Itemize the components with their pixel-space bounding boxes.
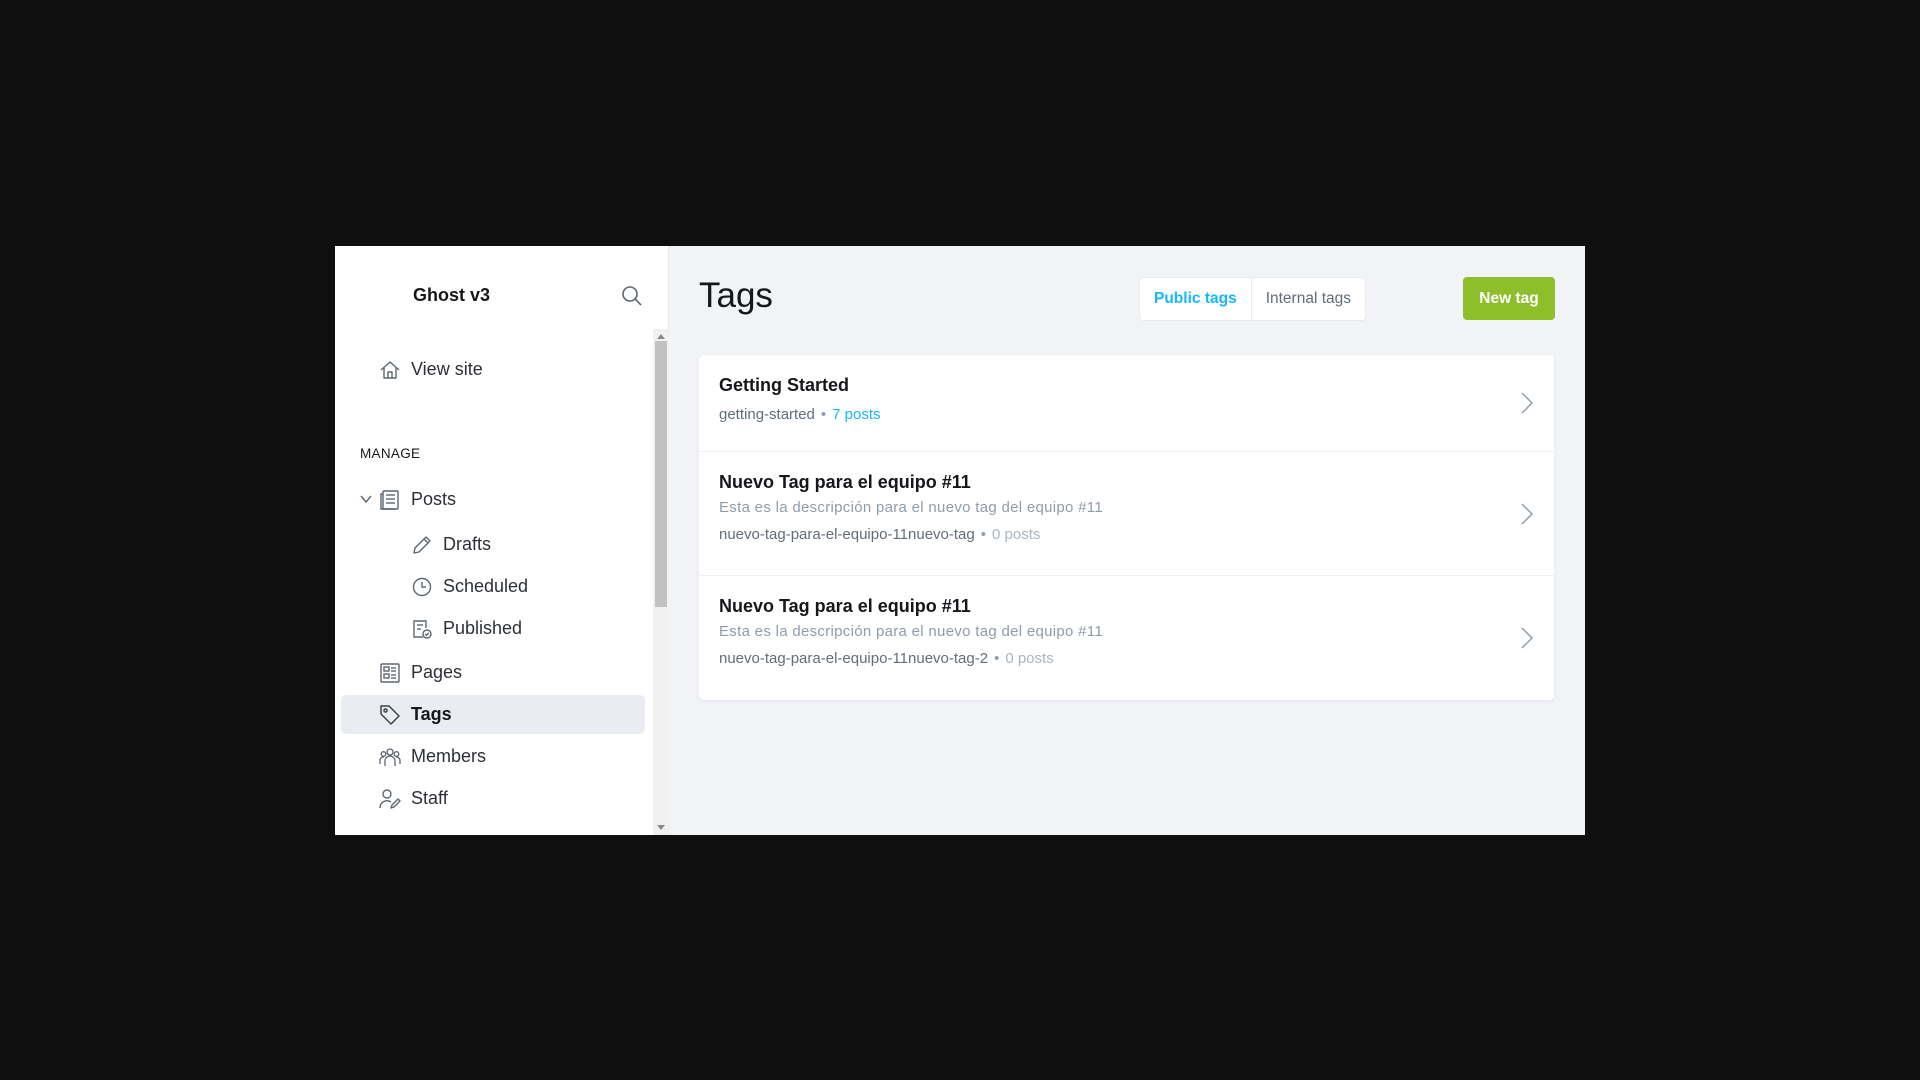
tag-row[interactable]: Getting Started getting-started • 7 posts (699, 355, 1554, 452)
new-tag-button[interactable]: New tag (1463, 277, 1555, 320)
tag-slug: nuevo-tag-para-el-equipo-11nuevo-tag-2 (719, 650, 989, 667)
chevron-right-icon (1520, 626, 1534, 650)
sidebar-item-published[interactable]: Published (341, 609, 645, 648)
search-icon[interactable] (620, 284, 644, 308)
ghost-admin-window: Ghost v3 View site MANAGE Posts Drafts S… (335, 246, 1585, 835)
published-icon (411, 618, 433, 640)
public-tags-tab[interactable]: Public tags (1140, 278, 1252, 320)
sidebar-item-label: Drafts (443, 534, 492, 554)
sidebar-item-label: Pages (411, 662, 463, 682)
sidebar-item-label: Scheduled (443, 576, 529, 596)
tag-meta: nuevo-tag-para-el-equipo-11nuevo-tag • 0 p… (719, 526, 1534, 543)
posts-icon (379, 489, 401, 511)
scroll-up-arrow-icon[interactable] (657, 334, 665, 339)
sidebar-scrollbar[interactable] (653, 329, 669, 835)
home-icon (379, 359, 401, 381)
members-icon (379, 746, 401, 768)
chevron-right-icon (1520, 502, 1534, 526)
pages-icon (379, 662, 401, 684)
tag-meta: nuevo-tag-para-el-equipo-11nuevo-tag-2 • 0… (719, 650, 1534, 667)
tag-description: Esta es la descripción para el nuevo tag… (719, 499, 1103, 516)
tag-type-filter: Public tags Internal tags (1139, 277, 1366, 321)
tag-icon (379, 704, 401, 726)
tag-post-count[interactable]: 0 posts (1005, 650, 1053, 667)
sidebar: Ghost v3 View site MANAGE Posts Drafts S… (335, 246, 669, 835)
internal-tags-tab[interactable]: Internal tags (1252, 278, 1365, 320)
sidebar-item-staff[interactable]: Staff (341, 779, 645, 818)
tag-post-count[interactable]: 7 posts (832, 406, 880, 423)
sidebar-item-label: Posts (411, 489, 457, 509)
tag-list: Getting Started getting-started • 7 posts … (699, 355, 1554, 700)
brand-title: Ghost v3 (413, 285, 491, 305)
page-title: Tags (699, 276, 773, 315)
sidebar-item-drafts[interactable]: Drafts (341, 525, 645, 564)
sidebar-item-label: Staff (411, 788, 448, 808)
tag-description: Esta es la descripción para el nuevo tag… (719, 623, 1103, 640)
tag-name: Nuevo Tag para el equipo #11 (719, 596, 971, 616)
pencil-icon (411, 534, 433, 556)
main-content: Tags Public tags Internal tags New tag G… (669, 246, 1585, 835)
tag-name: Nuevo Tag para el equipo #11 (719, 472, 971, 492)
sidebar-item-members[interactable]: Members (341, 737, 645, 776)
chevron-right-icon (1520, 391, 1534, 415)
section-title-manage: MANAGE (360, 446, 421, 461)
separator-dot: • (980, 526, 986, 543)
tag-slug: nuevo-tag-para-el-equipo-11nuevo-tag (719, 526, 975, 543)
tag-row[interactable]: Nuevo Tag para el equipo #11 Esta es la … (699, 576, 1554, 700)
sidebar-item-label: Tags (411, 704, 452, 724)
sidebar-item-posts[interactable]: Posts (341, 480, 645, 519)
tag-post-count[interactable]: 0 posts (992, 526, 1040, 543)
separator-dot: • (994, 650, 1000, 667)
sidebar-item-pages[interactable]: Pages (341, 653, 645, 692)
staff-icon (379, 788, 401, 810)
clock-icon (411, 576, 433, 598)
sidebar-item-view-site[interactable]: View site (341, 350, 645, 389)
sidebar-item-label: View site (411, 359, 483, 379)
tag-row[interactable]: Nuevo Tag para el equipo #11 Esta es la … (699, 452, 1554, 576)
scroll-down-arrow-icon[interactable] (657, 825, 665, 830)
tag-name: Getting Started (719, 375, 850, 395)
tag-meta: getting-started • 7 posts (719, 406, 1534, 423)
tag-slug: getting-started (719, 406, 815, 423)
scrollbar-thumb[interactable] (655, 341, 667, 607)
sidebar-item-scheduled[interactable]: Scheduled (341, 567, 645, 606)
sidebar-item-label: Members (411, 746, 487, 766)
separator-dot: • (820, 406, 827, 423)
sidebar-nav: View site MANAGE Posts Drafts Scheduled … (335, 329, 669, 835)
sidebar-item-label: Published (443, 618, 523, 638)
sidebar-item-tags[interactable]: Tags (341, 695, 645, 734)
